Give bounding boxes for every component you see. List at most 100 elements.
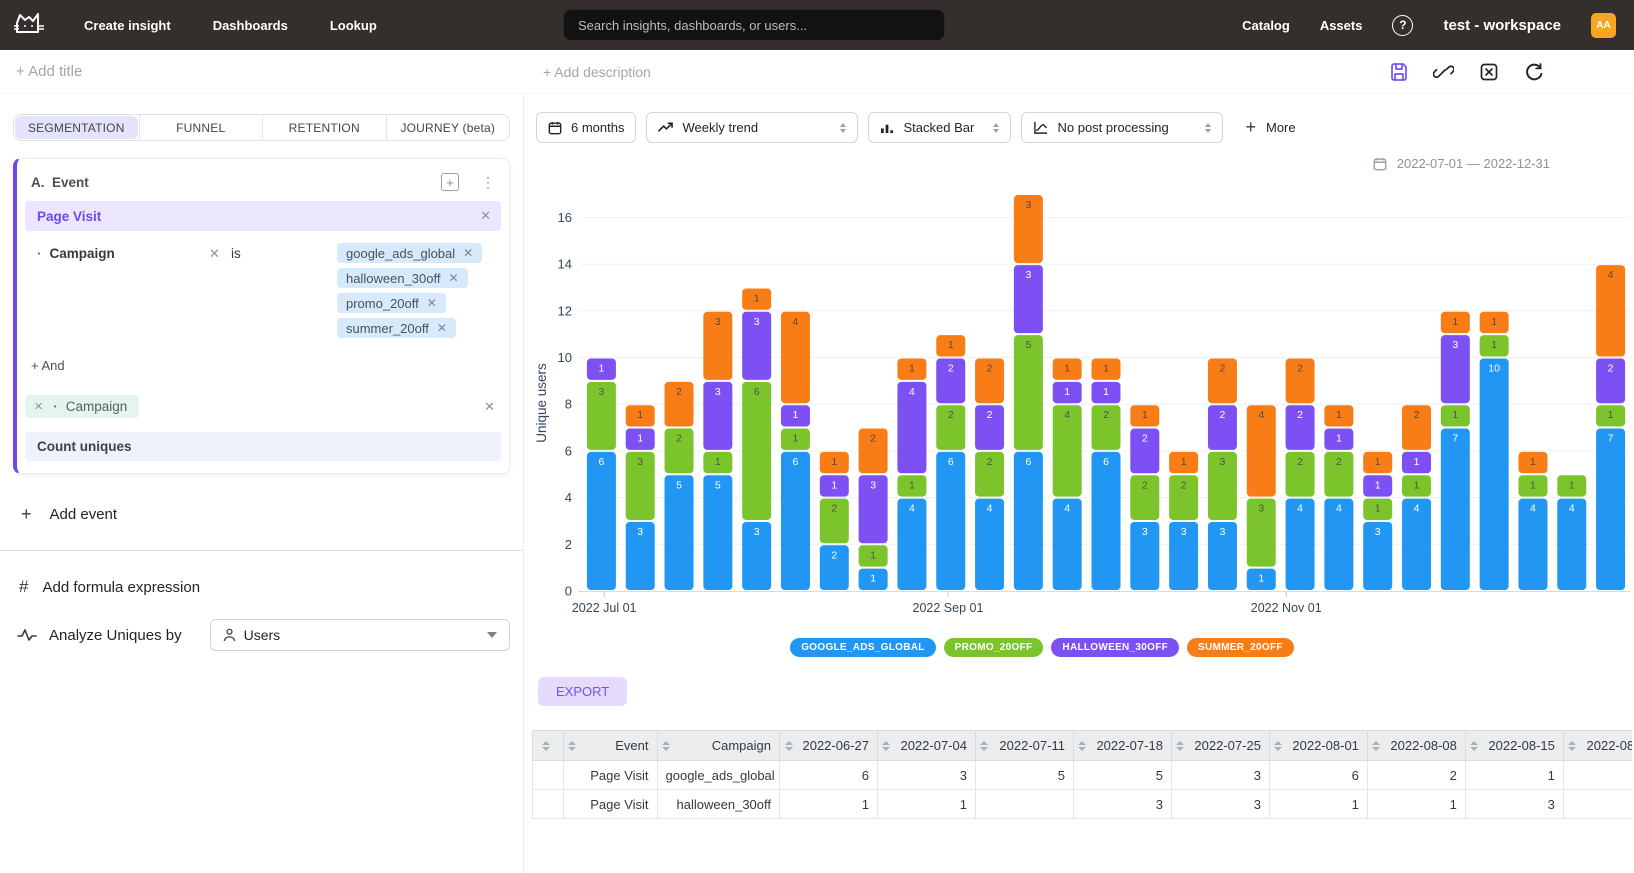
bar-segment-google_ads_global[interactable] — [703, 475, 732, 590]
column-header[interactable]: 2022-08-22 — [1563, 731, 1632, 761]
save-icon[interactable] — [1388, 61, 1409, 82]
aggregation-select[interactable]: Count uniques — [25, 432, 501, 461]
filter-value-tag[interactable]: halloween_30off✕ — [337, 268, 468, 288]
add-formula-button[interactable]: # Add formula expression — [19, 577, 510, 597]
filter-value-tag[interactable]: promo_20off ✕ — [337, 293, 446, 313]
workspace-name[interactable]: test - workspace — [1443, 17, 1561, 34]
svg-text:2: 2 — [1220, 409, 1226, 421]
svg-text:6: 6 — [754, 386, 760, 398]
tab-retention[interactable]: RETENTION — [262, 115, 386, 140]
tab-segmentation[interactable]: SEGMENTATION — [15, 116, 138, 139]
tab-funnel[interactable]: FUNNEL — [139, 115, 263, 140]
column-header[interactable]: 2022-08-15 — [1465, 731, 1563, 761]
sort-icon[interactable] — [1176, 741, 1185, 751]
search-input[interactable]: Search insights, dashboards, or users... — [563, 9, 945, 41]
column-header[interactable]: 2022-07-11 — [975, 731, 1073, 761]
bar-segment-google_ads_global[interactable] — [781, 452, 810, 590]
svg-text:3: 3 — [1142, 526, 1148, 538]
bar-segment-google_ads_global[interactable] — [1092, 452, 1121, 590]
remove-breakdown-icon[interactable]: ✕ — [34, 400, 43, 413]
bar-segment-promo_20off[interactable] — [1014, 335, 1043, 450]
event-name[interactable]: Page Visit — [37, 209, 101, 224]
table-cell: 1 — [1269, 790, 1367, 819]
filter-value-tag[interactable]: summer_20off ✕ — [337, 318, 456, 338]
column-header[interactable]: Event — [563, 731, 657, 761]
add-filter-icon[interactable]: + — [441, 173, 459, 191]
add-and-filter-button[interactable]: + And — [31, 358, 501, 373]
add-event-button[interactable]: + Add event — [21, 504, 510, 525]
filter-operator[interactable]: is — [231, 243, 289, 338]
svg-text:1: 1 — [598, 363, 604, 375]
refresh-icon[interactable] — [1523, 61, 1544, 82]
bar-segment-google_ads_global[interactable] — [1014, 452, 1043, 590]
trend-select[interactable]: Weekly trend — [646, 112, 858, 143]
remove-event-icon[interactable]: ✕ — [480, 208, 491, 224]
analyze-by-select[interactable]: Users — [210, 619, 510, 651]
sort-icon[interactable] — [1568, 741, 1577, 751]
column-header[interactable]: 2022-07-18 — [1073, 731, 1171, 761]
legend-pill-summer_20off[interactable]: SUMMER_20OFF — [1187, 638, 1294, 657]
sort-icon[interactable] — [541, 741, 550, 751]
nav-link-catalog[interactable]: Catalog — [1242, 18, 1290, 33]
column-header[interactable]: 2022-07-04 — [877, 731, 975, 761]
svg-text:3: 3 — [1258, 503, 1264, 515]
sort-icon[interactable] — [784, 741, 793, 751]
column-header[interactable]: Campaign — [657, 731, 779, 761]
column-header-sort[interactable] — [533, 731, 564, 761]
column-header[interactable]: 2022-08-01 — [1269, 731, 1367, 761]
filter-value-label: summer_20off — [346, 321, 429, 336]
more-button[interactable]: + More — [1245, 117, 1295, 138]
remove-value-icon[interactable]: ✕ — [463, 246, 473, 260]
sort-icon[interactable] — [662, 741, 671, 751]
sort-icon[interactable] — [1470, 741, 1479, 751]
help-icon[interactable]: ? — [1392, 15, 1413, 36]
bar-segment-promo_20off[interactable] — [742, 382, 771, 520]
sort-icon[interactable] — [1078, 741, 1087, 751]
tab-journey-beta-[interactable]: JOURNEY (beta) — [386, 115, 510, 140]
bar-segment-google_ads_global[interactable] — [665, 475, 694, 590]
nav-link-lookup[interactable]: Lookup — [330, 18, 377, 33]
column-header[interactable]: 2022-06-27 — [780, 731, 878, 761]
column-header[interactable]: 2022-07-25 — [1171, 731, 1269, 761]
add-title-button[interactable]: + Add title — [16, 63, 82, 80]
remove-value-icon[interactable]: ✕ — [448, 271, 458, 285]
filter-value-tag[interactable]: google_ads_global✕ — [337, 243, 482, 263]
bar-segment-google_ads_global[interactable] — [1596, 429, 1625, 590]
bar-segment-google_ads_global[interactable] — [1441, 429, 1470, 590]
sort-icon[interactable] — [1274, 741, 1283, 751]
sort-icon[interactable] — [1372, 741, 1381, 751]
analyze-by-label: Analyze Uniques by — [17, 627, 182, 644]
post-processing-select[interactable]: No post processing — [1021, 112, 1223, 143]
breakdown-pill[interactable]: ✕ ·Campaign — [25, 395, 139, 418]
export-button[interactable]: EXPORT — [538, 677, 627, 706]
bar-segment-google_ads_global[interactable] — [936, 452, 965, 590]
nav-link-dashboards[interactable]: Dashboards — [213, 18, 288, 33]
add-description-button[interactable]: + Add description — [543, 64, 651, 80]
cat-logo-icon[interactable] — [12, 10, 46, 40]
nav-link-create-insight[interactable]: Create insight — [84, 18, 171, 33]
svg-text:1: 1 — [1414, 456, 1420, 468]
clear-breakdown-icon[interactable]: ✕ — [484, 399, 495, 415]
link-icon[interactable] — [1433, 61, 1454, 82]
column-header[interactable]: 2022-08-08 — [1367, 731, 1465, 761]
filter-property[interactable]: ·Campaign — [37, 243, 209, 338]
legend-pill-halloween_30off[interactable]: HALLOWEEN_30OFF — [1051, 638, 1179, 657]
avatar[interactable]: AA — [1591, 13, 1616, 38]
date-range-button[interactable]: 6 months — [536, 112, 636, 143]
legend-pill-google_ads_global[interactable]: GOOGLE_ADS_GLOBAL — [790, 638, 935, 657]
nav-link-assets[interactable]: Assets — [1320, 18, 1363, 33]
remove-value-icon[interactable]: ✕ — [427, 296, 437, 310]
bar-segment-google_ads_global[interactable] — [587, 452, 616, 590]
remove-filter-icon[interactable]: ✕ — [209, 243, 231, 338]
chart-type-select[interactable]: Stacked Bar — [868, 112, 1011, 143]
kebab-menu-icon[interactable]: ⋮ — [481, 179, 495, 185]
sort-icon[interactable] — [882, 741, 891, 751]
legend-pill-promo_20off[interactable]: PROMO_20OFF — [944, 638, 1044, 657]
filter-value-label: promo_20off — [346, 296, 419, 311]
bar-segment-google_ads_global[interactable] — [1480, 359, 1509, 591]
remove-value-icon[interactable]: ✕ — [437, 321, 447, 335]
close-square-icon[interactable] — [1478, 61, 1499, 82]
sort-icon[interactable] — [980, 741, 989, 751]
event-select-row[interactable]: Page Visit ✕ — [25, 201, 501, 231]
sort-icon[interactable] — [568, 741, 577, 751]
